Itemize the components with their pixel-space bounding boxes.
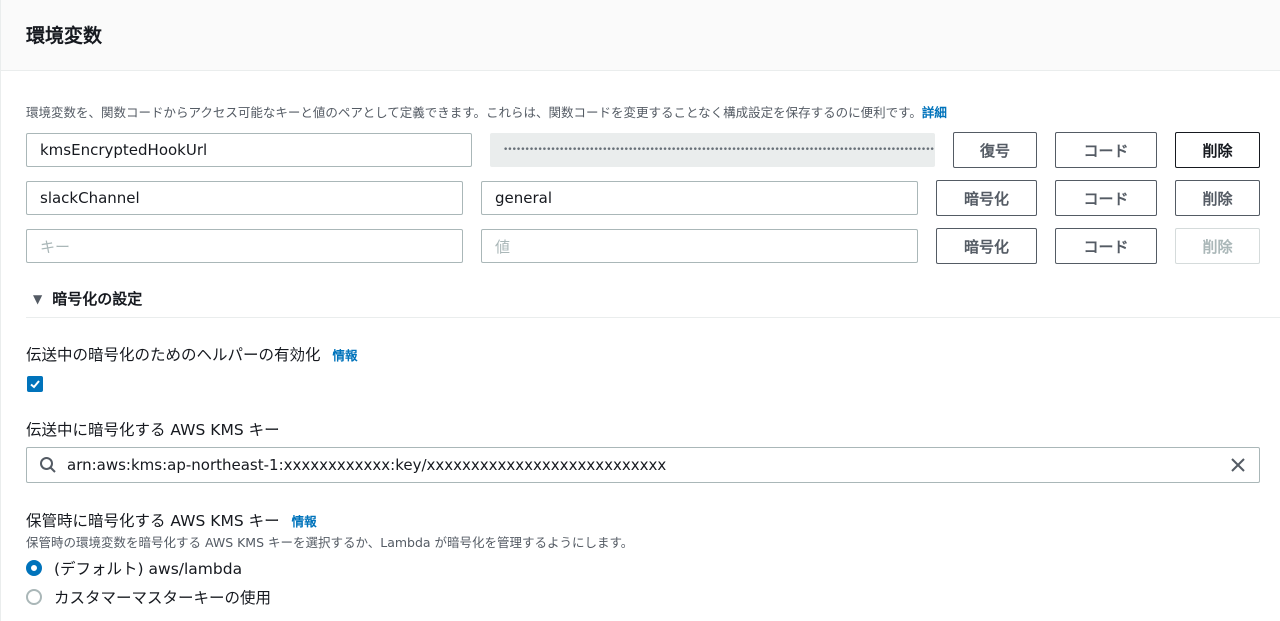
radio-default-aws-lambda[interactable]: (デフォルト) aws/lambda [26, 557, 242, 579]
search-icon [39, 456, 57, 474]
transit-helper-checkbox[interactable] [27, 376, 43, 392]
section-title: 暗号化の設定 [52, 290, 143, 308]
page-title: 環境変数 [26, 24, 103, 47]
transit-helper-info-link[interactable]: 情報 [333, 345, 358, 364]
check-icon [30, 380, 40, 389]
description-text: 環境変数を、関数コードからアクセス可能なキーと値のペアとして定義できます。これら… [26, 105, 922, 120]
radio-custom-cmk[interactable]: カスタマーマスターキーの使用 [26, 586, 271, 608]
code-button-3[interactable]: コード [1055, 228, 1157, 264]
transit-key-label: 伝送中に暗号化する AWS KMS キー [26, 418, 280, 440]
env-value-masked-1[interactable]: ••••••••••••••••••••••••••••••••••••••••… [490, 133, 935, 167]
radio-button-checked[interactable] [26, 560, 42, 576]
transit-helper-label-text: 伝送中の暗号化のためのヘルパーの有効化 [26, 346, 321, 364]
details-link[interactable]: 詳細 [922, 105, 947, 120]
env-value-input-2[interactable]: general [481, 181, 918, 215]
delete-button-2[interactable]: 削除 [1175, 180, 1260, 216]
env-value-input-new[interactable]: 値 [481, 229, 918, 263]
rest-key-info-link[interactable]: 情報 [292, 511, 317, 530]
env-key-input-2[interactable]: slackChannel [26, 181, 463, 215]
code-button-2[interactable]: コード [1055, 180, 1157, 216]
radio-label-custom: カスタマーマスターキーの使用 [54, 589, 272, 607]
rest-key-description: 保管時の環境変数を暗号化する AWS KMS キーを選択するか、Lambda が… [26, 535, 634, 550]
radio-button-unchecked[interactable] [26, 589, 42, 605]
env-key-input-new[interactable]: キー [26, 229, 463, 263]
environment-variables-panel: 環境変数 環境変数を、関数コードからアクセス可能なキーと値のペアとして定義できま… [0, 0, 1280, 621]
decrypt-button-1[interactable]: 復号 [953, 132, 1037, 168]
encrypt-button-3[interactable]: 暗号化 [936, 228, 1037, 264]
rest-key-label-text: 保管時に暗号化する AWS KMS キー [26, 512, 280, 530]
transit-helper-label: 伝送中の暗号化のためのヘルパーの有効化 情報 [26, 343, 358, 365]
caret-down-icon: ▼ [33, 291, 43, 306]
delete-button-3: 削除 [1175, 228, 1260, 264]
rest-key-label: 保管時に暗号化する AWS KMS キー 情報 [26, 509, 317, 531]
panel-header: 環境変数 [1, 0, 1280, 71]
transit-key-value[interactable]: arn:aws:kms:ap-northeast-1:xxxxxxxxxxxx:… [67, 456, 1229, 474]
radio-label-default: (デフォルト) aws/lambda [54, 560, 243, 578]
encryption-settings-toggle[interactable]: ▼ 暗号化の設定 [33, 288, 142, 309]
encrypt-button-2[interactable]: 暗号化 [936, 180, 1037, 216]
env-key-input-1[interactable]: kmsEncryptedHookUrl [26, 133, 472, 167]
transit-key-label-text: 伝送中に暗号化する AWS KMS キー [26, 421, 280, 439]
transit-key-search[interactable]: arn:aws:kms:ap-northeast-1:xxxxxxxxxxxx:… [26, 447, 1260, 483]
section-divider [26, 317, 1280, 318]
code-button-1[interactable]: コード [1055, 132, 1157, 168]
description: 環境変数を、関数コードからアクセス可能なキーと値のペアとして定義できます。これら… [26, 102, 947, 121]
clear-icon[interactable] [1229, 456, 1247, 474]
delete-button-1[interactable]: 削除 [1175, 132, 1260, 168]
